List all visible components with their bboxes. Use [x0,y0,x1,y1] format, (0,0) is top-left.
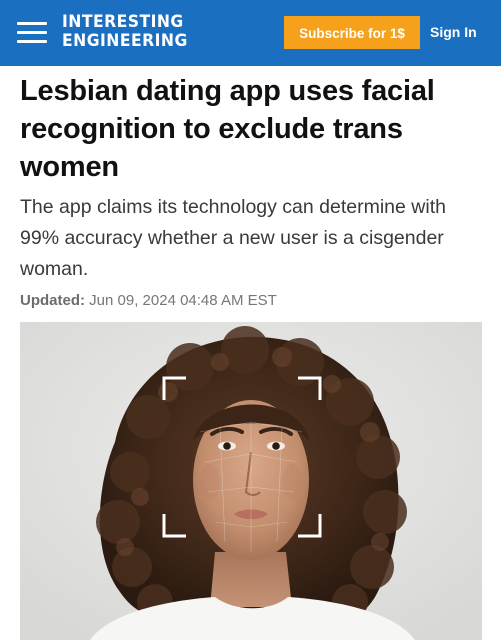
sign-in-link[interactable]: Sign In [430,16,477,49]
logo-line-2: ENGINEERING [62,31,188,51]
hero-image [20,322,482,640]
updated-label: Updated: [20,292,85,309]
photo-woman-face-scan [20,322,482,640]
subscribe-button[interactable]: Subscribe for 1$ [284,16,420,49]
updated-timestamp: Updated: Jun 09, 2024 04:48 AM EST [20,291,277,311]
hamburger-menu-icon[interactable] [17,20,49,46]
logo-line-1: INTERESTING [62,12,184,32]
article-subheadline: The app claims its technology can determ… [20,196,446,280]
site-logo[interactable]: INTERESTING ENGINEERING [62,13,188,51]
updated-date: Jun 09, 2024 04:48 AM EST [89,292,277,309]
neck [210,552,292,607]
article-headline: Lesbian dating app uses facial recogniti… [20,75,435,183]
site-header: INTERESTING ENGINEERING Subscribe for 1$… [0,0,501,66]
article-page: INTERESTING ENGINEERING Subscribe for 1$… [0,0,501,640]
